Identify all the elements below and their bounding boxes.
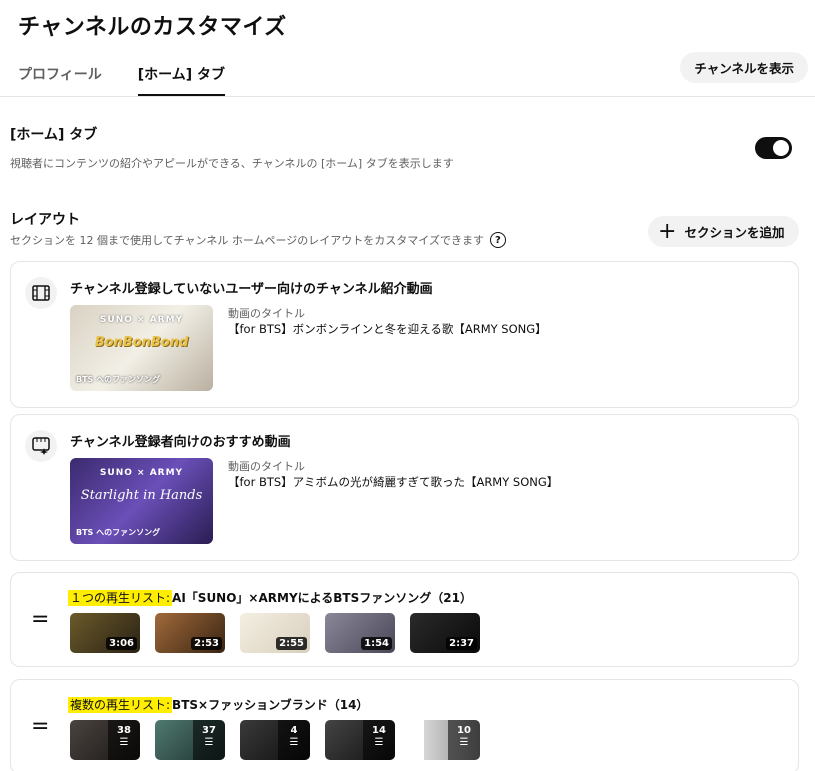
playlist-count-value: 38 (117, 725, 131, 736)
section-card-single-playlist[interactable]: = １つの再生リスト: AI「SUNO」×ARMYによるBTSファンソング（21）… (10, 572, 799, 667)
drag-handle-icon[interactable]: = (31, 716, 49, 738)
playlist-count-value: 10 (457, 725, 471, 736)
playlist-count: 37 ☰ (193, 720, 225, 760)
playlist-icon: ☰ (289, 737, 299, 748)
playlist-title: AI「SUNO」×ARMYによるBTSファンソング（21） (172, 591, 472, 605)
video-title: 【for BTS】アミボムの光が綺麗すぎて歌った【ARMY SONG】 (228, 475, 559, 489)
layout-description-row: セクションを 12 個まで使用してチャンネル ホームページのレイアウトをカスタマ… (10, 232, 506, 248)
video-thumbnail[interactable]: SUNO × ARMY Starlight in Hands BTS へのファン… (70, 458, 213, 544)
video-duration: 2:55 (276, 637, 307, 650)
video-duration: 1:54 (361, 637, 392, 650)
thumb-top-text: SUNO × ARMY (99, 315, 184, 325)
video-duration: 2:53 (191, 637, 222, 650)
tab-home[interactable]: [ホーム] タブ (137, 64, 225, 96)
thumb-top-text: SUNO × ARMY (99, 468, 184, 478)
layout-description: セクションを 12 個まで使用してチャンネル ホームページのレイアウトをカスタマ… (10, 234, 484, 247)
playlist-count: 4 ☰ (278, 720, 310, 760)
thumb-main-text: BonBonBond (94, 335, 189, 350)
thumb-main-text: Starlight in Hands (80, 488, 203, 503)
playlist-title: BTS×ファッションブランド（14） (172, 698, 369, 712)
playlist-count: 38 ☰ (108, 720, 140, 760)
playlist-thumbnail[interactable]: 4 ☰ (240, 720, 310, 760)
video-thumbnail[interactable]: SUNO × ARMY BonBonBond BTS へのファンソング (70, 305, 213, 391)
plus-icon: + (658, 218, 677, 244)
playlist-icon: ☰ (374, 737, 384, 748)
add-section-label: セクションを追加 (684, 225, 785, 240)
playlist-icon: ☰ (204, 737, 214, 748)
playlist-thumbnail[interactable]: 38 ☰ (70, 720, 140, 760)
video-title: 【for BTS】ボンボンラインと冬を迎える歌【ARMY SONG】 (228, 322, 547, 336)
playlist-count: 10 ☰ (448, 720, 480, 760)
playlist-count: 14 ☰ (363, 720, 395, 760)
add-section-button[interactable]: + セクションを追加 (648, 216, 799, 247)
playlist-video-thumbnail[interactable]: 2:55 (240, 613, 310, 653)
section-type-label: １つの再生リスト: (68, 590, 173, 606)
playlist-count-value: 4 (290, 725, 298, 736)
playlist-count-value: 14 (372, 725, 386, 736)
thumb-bottom-text: BTS へのファンソング (76, 375, 161, 384)
tab-bar: プロフィール [ホーム] タブ (18, 64, 225, 96)
view-channel-button[interactable]: チャンネルを表示 (680, 52, 808, 83)
sparkle-video-icon (25, 430, 57, 462)
help-icon[interactable]: ? (489, 232, 506, 248)
header-divider (0, 96, 815, 97)
home-tab-description: 視聴者にコンテンツの紹介やアピールができる、チャンネルの [ホーム] タブを表示… (10, 157, 454, 170)
section-title: チャンネル登録していないユーザー向けのチャンネル紹介動画 (70, 282, 433, 297)
playlist-video-thumbnail[interactable]: 2:53 (155, 613, 225, 653)
playlist-thumbnail[interactable]: 37 ☰ (155, 720, 225, 760)
playlist-thumbnails: 3:06 2:53 2:55 1:54 2:37 (70, 613, 480, 653)
thumb-bottom-text: BTS へのファンソング (76, 528, 161, 537)
toggle-knob (773, 140, 789, 156)
section-card-featured[interactable]: チャンネル登録者向けのおすすめ動画 SUNO × ARMY Starlight … (10, 414, 799, 561)
video-title-label: 動画のタイトル (228, 460, 305, 473)
home-tab-heading: [ホーム] タブ (10, 127, 98, 143)
playlist-video-thumbnail[interactable]: 1:54 (325, 613, 395, 653)
section-card-trailer[interactable]: チャンネル登録していないユーザー向けのチャンネル紹介動画 SUNO × ARMY… (10, 261, 799, 408)
section-title: 複数の再生リスト: BTS×ファッションブランド（14） (68, 696, 368, 713)
playlist-thumbnail[interactable]: 10 ☰ (410, 720, 480, 760)
playlist-thumbnails: 38 ☰ 37 ☰ 4 ☰ 14 ☰ 10 ☰ (70, 720, 480, 760)
layout-heading: レイアウト (10, 212, 80, 228)
video-duration: 2:37 (446, 637, 477, 650)
playlist-video-thumbnail[interactable]: 3:06 (70, 613, 140, 653)
drag-handle-icon[interactable]: = (31, 609, 49, 631)
section-card-multi-playlist[interactable]: = 複数の再生リスト: BTS×ファッションブランド（14） 38 ☰ 37 ☰ 4 ☰… (10, 679, 799, 771)
section-title: チャンネル登録者向けのおすすめ動画 (70, 435, 291, 450)
film-icon (25, 277, 57, 309)
page-title: チャンネルのカスタマイズ (18, 15, 287, 40)
playlist-count-value: 37 (202, 725, 216, 736)
section-title: １つの再生リスト: AI「SUNO」×ARMYによるBTSファンソング（21） (68, 589, 472, 606)
home-tab-toggle[interactable] (755, 137, 792, 159)
video-duration: 3:06 (106, 637, 137, 650)
playlist-icon: ☰ (459, 737, 469, 748)
playlist-video-thumbnail[interactable]: 2:37 (410, 613, 480, 653)
playlist-icon: ☰ (119, 737, 129, 748)
video-title-label: 動画のタイトル (228, 307, 305, 320)
tab-profile[interactable]: プロフィール (18, 64, 102, 96)
section-type-label: 複数の再生リスト: (68, 697, 173, 713)
playlist-thumbnail[interactable]: 14 ☰ (325, 720, 395, 760)
